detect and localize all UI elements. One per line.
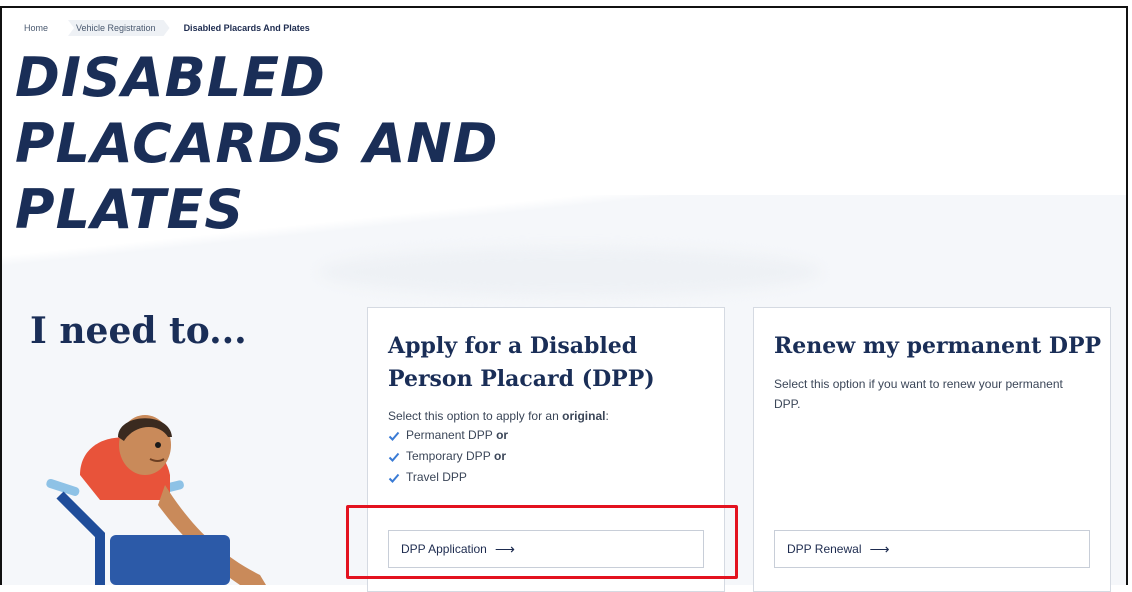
check-icon <box>388 431 400 441</box>
list-item-text: Travel DPP <box>406 470 467 484</box>
wheelchair-person-illustration <box>46 415 266 585</box>
i-need-to-heading: I need to... <box>30 310 247 352</box>
check-icon <box>388 473 400 483</box>
renew-dpp-card: Renew my permanent DPP Select this optio… <box>753 307 1111 592</box>
breadcrumb-current: Disabled Placards And Plates <box>183 23 310 33</box>
breadcrumb: Home Vehicle Registration Disabled Placa… <box>10 20 330 36</box>
page-title-line-3: PLATES <box>15 178 245 241</box>
highlight-box <box>346 505 738 579</box>
renew-dpp-title: Renew my permanent DPP <box>774 333 1102 359</box>
background-glow <box>320 248 820 296</box>
apply-dpp-desc-prefix: Select this option to apply for an <box>388 409 563 423</box>
renew-dpp-description: Select this option if you want to renew … <box>774 377 1063 411</box>
list-item: Travel DPP <box>388 467 508 488</box>
apply-dpp-title: Apply for a Disabled Person Placard (DPP… <box>388 333 655 392</box>
dpp-type-list: Permanent DPP or Temporary DPP or Travel… <box>388 425 508 488</box>
apply-dpp-desc-strong: original <box>562 409 606 423</box>
dpp-renewal-label: DPP Renewal <box>787 542 862 556</box>
breadcrumb-home[interactable]: Home <box>10 20 62 36</box>
breadcrumb-vehicle-registration[interactable]: Vehicle Registration <box>68 20 170 36</box>
check-icon <box>388 452 400 462</box>
list-item-text: Permanent DPP <box>406 428 493 442</box>
list-item-or: or <box>496 428 509 442</box>
dpp-renewal-button[interactable]: DPP Renewal ⟶ <box>774 530 1090 568</box>
apply-dpp-description: Select this option to apply for an origi… <box>388 406 708 426</box>
list-item-text: Temporary DPP <box>406 449 491 463</box>
list-item: Temporary DPP or <box>388 446 508 467</box>
page-title-line-2: PLACARDS AND <box>15 112 499 175</box>
arrow-right-icon: ⟶ <box>869 540 890 557</box>
list-item: Permanent DPP or <box>388 425 508 446</box>
page-title: DISABLED PLACARDS AND PLATES <box>15 45 498 243</box>
page-title-line-1: DISABLED <box>15 46 326 109</box>
apply-dpp-desc-suffix: : <box>605 409 609 423</box>
list-item-or: or <box>494 449 507 463</box>
